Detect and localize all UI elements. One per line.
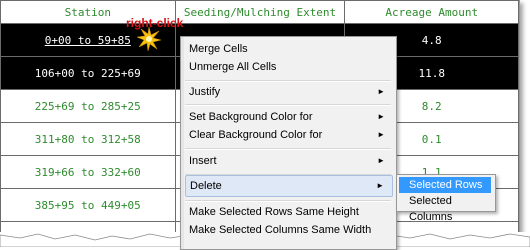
context-menu: Merge Cells Unmerge All Cells Justify ► … (180, 36, 397, 250)
station-cell[interactable]: 319+66 to 332+60 (0, 155, 176, 189)
menu-item-same-height[interactable]: Make Selected Rows Same Height (185, 202, 393, 222)
submenu-item-selected-rows[interactable]: Selected Rows (399, 177, 491, 193)
station-cell[interactable]: 311+80 to 312+58 (0, 122, 176, 156)
header-extent[interactable]: Seeding/Mulching Extent (174, 0, 346, 24)
menu-item-label: Justify (189, 86, 221, 98)
station-cell[interactable]: 385+95 to 449+05 (0, 188, 176, 222)
header-acreage[interactable]: Acreage Amount (344, 0, 519, 24)
menu-separator (185, 148, 391, 150)
menu-item-delete[interactable]: Delete ► (185, 175, 393, 197)
menu-item-insert[interactable]: Insert ► (185, 151, 393, 171)
menu-separator (185, 104, 391, 106)
submenu-arrow-icon: ► (377, 87, 385, 96)
menu-item-clear-background-color[interactable]: Clear Background Color for ► (185, 125, 393, 145)
submenu-arrow-icon: ► (377, 130, 385, 139)
menu-item-merge-cells[interactable]: Merge Cells (185, 39, 393, 59)
menu-item-label: Delete (190, 180, 222, 192)
menu-item-set-background-color[interactable]: Set Background Color for ► (185, 107, 393, 127)
station-cell[interactable]: 225+69 to 285+25 (0, 89, 176, 123)
submenu-item-selected-columns[interactable]: Selected Columns (399, 193, 491, 223)
menu-item-unmerge-all-cells[interactable]: Unmerge All Cells (185, 57, 393, 77)
menu-item-justify[interactable]: Justify ► (185, 82, 393, 102)
delete-submenu: Selected Rows Selected Columns (396, 174, 496, 223)
click-burst-icon (137, 27, 161, 51)
table-header-row: Station Seeding/Mulching Extent Acreage … (0, 0, 519, 24)
station-value: 0+00 to 59+85 (44, 33, 131, 47)
menu-item-label: Clear Background Color for (189, 129, 323, 141)
station-cell[interactable]: 106+00 to 225+69 (0, 56, 176, 90)
menu-item-label: Set Background Color for (189, 111, 313, 123)
submenu-arrow-icon: ► (377, 156, 385, 165)
menu-item-same-width[interactable]: Make Selected Columns Same Width (185, 220, 393, 240)
menu-item-label: Insert (189, 155, 217, 167)
submenu-arrow-icon: ► (376, 181, 384, 190)
submenu-arrow-icon: ► (377, 112, 385, 121)
menu-gutter (181, 37, 184, 249)
